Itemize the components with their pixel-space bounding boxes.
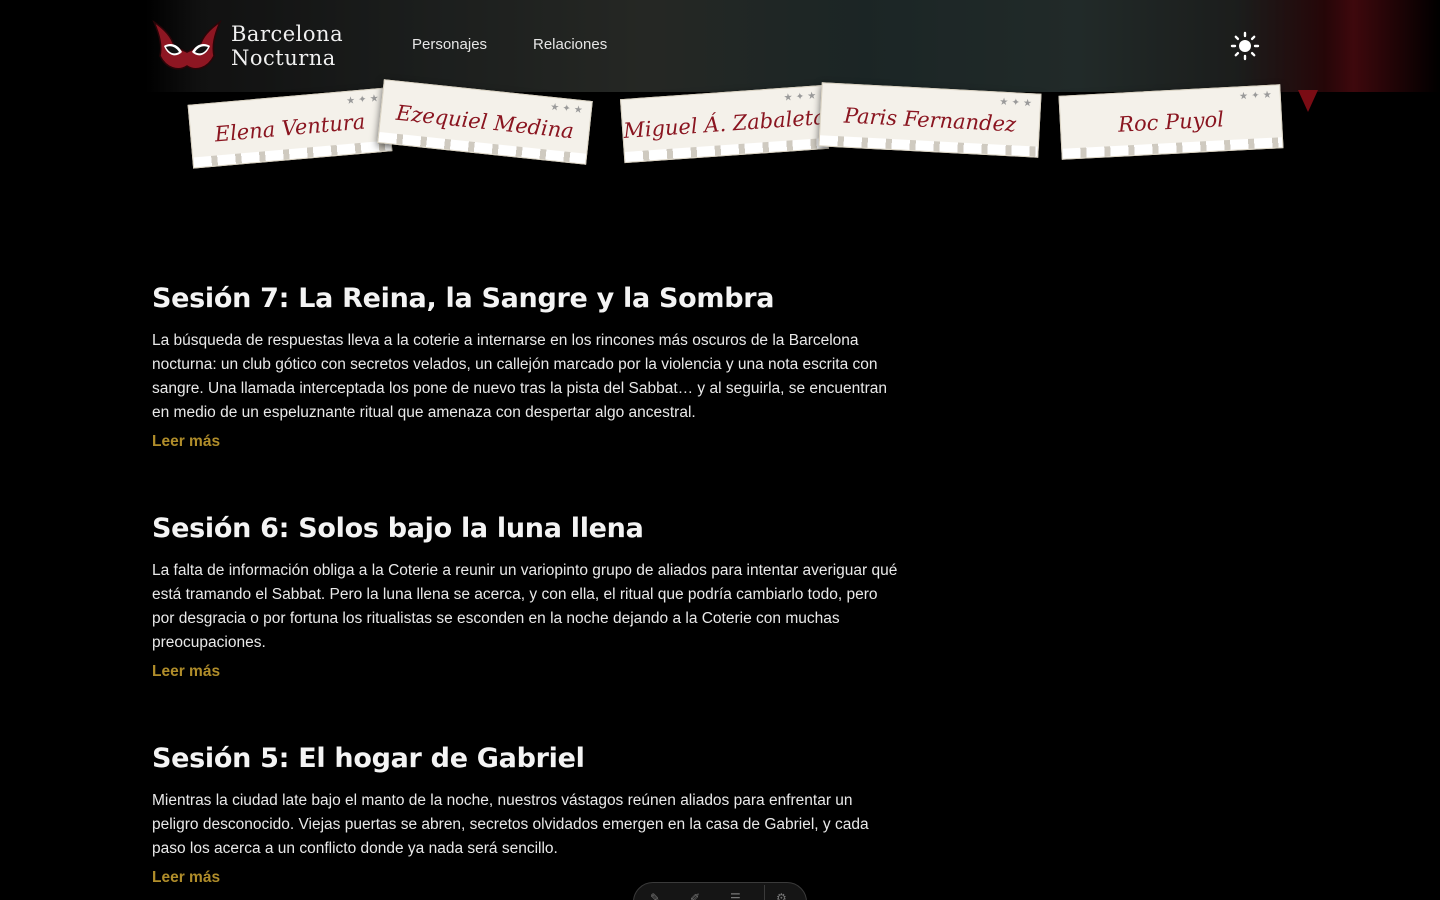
site-logo-text[interactable]: Barcelona Nocturna (231, 22, 343, 70)
session-summary: Mientras la ciudad late bajo el manto de… (152, 792, 869, 857)
session-summary: La búsqueda de respuestas lleva a la cot… (152, 332, 887, 421)
session-5: Sesión 5: El hogar de Gabriel Mientras l… (152, 743, 912, 887)
character-card-roc[interactable]: Roc Puyol (1058, 84, 1284, 160)
toolbar-divider (764, 885, 765, 900)
read-more-link[interactable]: Leer más (152, 433, 220, 451)
pen-icon[interactable]: ✎ (650, 891, 664, 900)
brush-icon[interactable]: ✐ (690, 891, 704, 900)
floating-toolbar: ✎ ✐ ☰ ⚙ (633, 882, 807, 900)
session-summary: La falta de información obliga a la Cote… (152, 562, 898, 651)
character-card-ezequiel[interactable]: Ezequiel Medina (377, 79, 593, 165)
sun-icon[interactable] (1230, 31, 1260, 61)
character-card-elena[interactable]: Elena Ventura (187, 87, 393, 169)
session-title: Sesión 6: Solos bajo la luna llena (152, 513, 644, 544)
character-card-miguel[interactable]: Miguel Á. Zabaleta (620, 84, 829, 164)
logo-line-2: Nocturna (231, 46, 336, 70)
session-6: Sesión 6: Solos bajo la luna llena La fa… (152, 513, 912, 681)
character-cards: Elena Ventura Ezequiel Medina Miguel Á. … (0, 79, 1440, 178)
character-card-paris[interactable]: Paris Fernandez (818, 82, 1042, 158)
session-title: Sesión 5: El hogar de Gabriel (152, 743, 585, 774)
blood-drip-icon (1298, 90, 1318, 112)
read-more-link[interactable]: Leer más (152, 663, 220, 681)
nav-relaciones[interactable]: Relaciones (533, 36, 607, 53)
logo-line-1: Barcelona (231, 22, 344, 46)
session-title: Sesión 7: La Reina, la Sangre y la Sombr… (152, 283, 775, 314)
read-more-link[interactable]: Leer más (152, 869, 220, 887)
mask-logo-icon[interactable] (152, 16, 222, 76)
gear-icon[interactable]: ⚙ (776, 891, 790, 900)
nav-personajes[interactable]: Personajes (412, 36, 487, 53)
session-7: Sesión 7: La Reina, la Sangre y la Sombr… (152, 283, 912, 451)
site-header: Barcelona Nocturna Personajes Relaciones (0, 0, 1440, 92)
list-icon[interactable]: ☰ (730, 891, 744, 900)
